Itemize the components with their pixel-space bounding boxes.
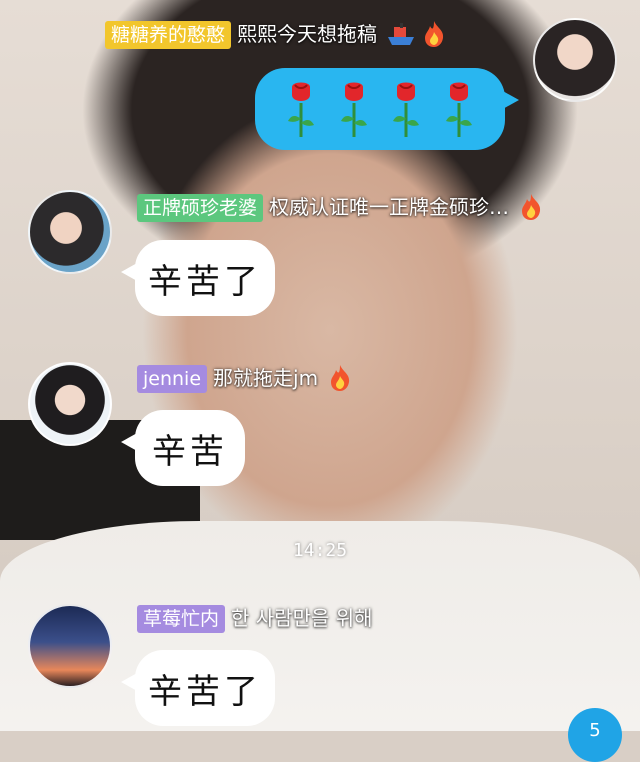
avatar[interactable] <box>28 362 112 446</box>
sender-name-tag[interactable]: 草莓忙内 <box>137 605 226 633</box>
chat-message-text: 한 사람만을 위해 <box>231 606 373 630</box>
chat-message-text: 权威认证唯一正牌金硕珍… <box>269 194 510 219</box>
sender-name-tag[interactable]: jennie <box>137 364 208 393</box>
incoming-message-bubble[interactable]: 辛苦了 <box>121 650 275 726</box>
chat-line-1: 糖糖养的憨憨 熙熙今天想拖稿 <box>105 20 447 52</box>
chat-line-3: jennie 那就拖走jm <box>137 364 353 396</box>
chat-message-text: 熙熙今天想拖稿 <box>237 21 378 46</box>
sender-name-tag[interactable]: 糖糖养的憨憨 <box>105 20 232 49</box>
unread-count-button[interactable]: 5 <box>568 708 622 762</box>
fire-icon <box>327 364 353 396</box>
chat-line-2: 正牌硕珍老婆 权威认证唯一正牌金硕珍… <box>137 193 544 225</box>
fire-icon <box>518 193 544 225</box>
rose-icon <box>339 79 369 139</box>
avatar[interactable] <box>28 604 112 688</box>
chat-message-text: 那就拖走jm <box>213 365 319 390</box>
timestamp: 14:25 <box>292 540 348 561</box>
rose-icon <box>286 79 316 139</box>
ship-icon <box>386 21 416 51</box>
incoming-message-bubble[interactable]: 辛苦了 <box>121 240 275 316</box>
chat-line-4: 草莓忙内 한 사람만을 위해 <box>137 605 373 633</box>
rose-icon <box>444 79 474 139</box>
sender-name-tag[interactable]: 正牌硕珍老婆 <box>137 193 264 222</box>
rose-icon <box>391 79 421 139</box>
outgoing-message-bubble[interactable] <box>255 68 519 150</box>
fire-icon <box>421 20 447 52</box>
avatar[interactable] <box>533 18 617 102</box>
avatar[interactable] <box>28 190 112 274</box>
incoming-message-bubble[interactable]: 辛苦 <box>121 410 245 486</box>
